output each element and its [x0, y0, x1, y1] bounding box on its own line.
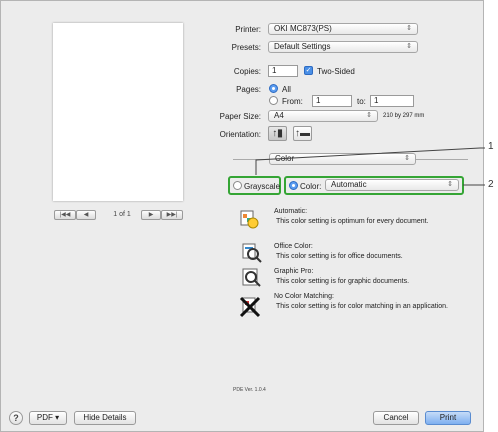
copies-label: Copies:: [233, 67, 261, 76]
paper-dimensions: 210 by 297 mm: [383, 113, 425, 119]
pages-from-field[interactable]: 1: [312, 95, 352, 107]
desc-title-graphic: Graphic Pro:: [274, 268, 314, 275]
preview-pager: |◀◀ ◀ 1 of 1 ▶ ▶▶|: [54, 210, 186, 222]
desc-body-automatic: This color setting is optimum for every …: [276, 218, 429, 225]
popup-arrows-icon: ⇕: [404, 155, 410, 162]
pdf-menu-button[interactable]: PDF ▾: [29, 411, 67, 425]
portrait-orientation-icon[interactable]: ↑▮: [268, 126, 287, 141]
section-popup[interactable]: Color ⇕: [269, 153, 416, 165]
color-mode-value: Automatic: [331, 180, 367, 189]
two-sided-checkbox[interactable]: ✓: [304, 66, 313, 75]
callout-1: 1: [488, 141, 494, 152]
desc-title-office: Office Color:: [274, 243, 313, 250]
printer-label: Printer:: [235, 25, 261, 34]
desc-title-no-matching: No Color Matching:: [274, 293, 334, 300]
next-page-button[interactable]: ▶: [141, 210, 161, 220]
section-value: Color: [275, 154, 295, 163]
pages-from-label: From:: [282, 97, 303, 106]
pde-version: PDE Ver. 1.0.4: [233, 387, 266, 393]
pages-all-radio[interactable]: [269, 84, 278, 93]
desc-body-no-matching: This color setting is for color matching…: [276, 303, 448, 310]
printer-value: OKI MC873(PS): [274, 24, 332, 33]
copies-field[interactable]: 1: [268, 65, 298, 77]
presets-value: Default Settings: [274, 42, 331, 51]
help-button[interactable]: ?: [9, 411, 23, 425]
color-label: Color:: [300, 182, 322, 191]
popup-arrows-icon: ⇕: [406, 25, 412, 32]
office-color-icon: [242, 243, 262, 263]
last-page-button[interactable]: ▶▶|: [161, 210, 183, 220]
paper-size-label: Paper Size:: [219, 112, 261, 121]
presets-label: Presets:: [231, 43, 261, 52]
pages-all-label: All: [282, 85, 291, 94]
desc-body-graphic: This color setting is for graphic docume…: [276, 278, 410, 285]
cancel-button[interactable]: Cancel: [373, 411, 419, 425]
page-preview: [53, 23, 183, 201]
graphic-pro-icon: [242, 268, 261, 287]
print-button[interactable]: Print: [425, 411, 471, 425]
popup-arrows-icon: ⇕: [366, 112, 372, 119]
color-mode-popup[interactable]: Automatic ⇕: [325, 179, 459, 191]
popup-arrows-icon: ⇕: [406, 43, 412, 50]
orientation-label: Orientation:: [219, 130, 261, 139]
no-color-matching-icon: [239, 296, 261, 318]
grayscale-label: Grayscale: [244, 182, 281, 191]
prev-page-button[interactable]: ◀: [76, 210, 96, 220]
automatic-color-icon: [240, 210, 259, 229]
paper-size-popup[interactable]: A4 ⇕: [268, 110, 378, 122]
pages-to-field[interactable]: 1: [370, 95, 414, 107]
desc-body-office: This color setting is for office documen…: [276, 253, 403, 260]
printer-popup[interactable]: OKI MC873(PS) ⇕: [268, 23, 418, 35]
pages-label: Pages:: [236, 85, 261, 94]
presets-popup[interactable]: Default Settings ⇕: [268, 41, 418, 53]
callout-2: 2: [488, 179, 494, 190]
first-page-button[interactable]: |◀◀: [54, 210, 76, 220]
hide-details-button[interactable]: Hide Details: [74, 411, 136, 425]
desc-title-automatic: Automatic:: [274, 208, 308, 215]
grayscale-radio[interactable]: [233, 181, 242, 190]
separator-left: [233, 159, 269, 160]
page-indicator: 1 of 1: [113, 211, 131, 218]
paper-size-value: A4: [274, 111, 284, 120]
separator-right: [416, 159, 468, 160]
color-radio[interactable]: [289, 181, 298, 190]
pages-to-label: to:: [357, 97, 366, 106]
print-dialog: |◀◀ ◀ 1 of 1 ▶ ▶▶| Printer: OKI MC873(PS…: [0, 0, 484, 432]
popup-arrows-icon: ⇕: [447, 181, 453, 188]
two-sided-label: Two-Sided: [317, 67, 355, 76]
pages-from-radio[interactable]: [269, 96, 278, 105]
landscape-orientation-icon[interactable]: ↑▬: [293, 126, 312, 141]
